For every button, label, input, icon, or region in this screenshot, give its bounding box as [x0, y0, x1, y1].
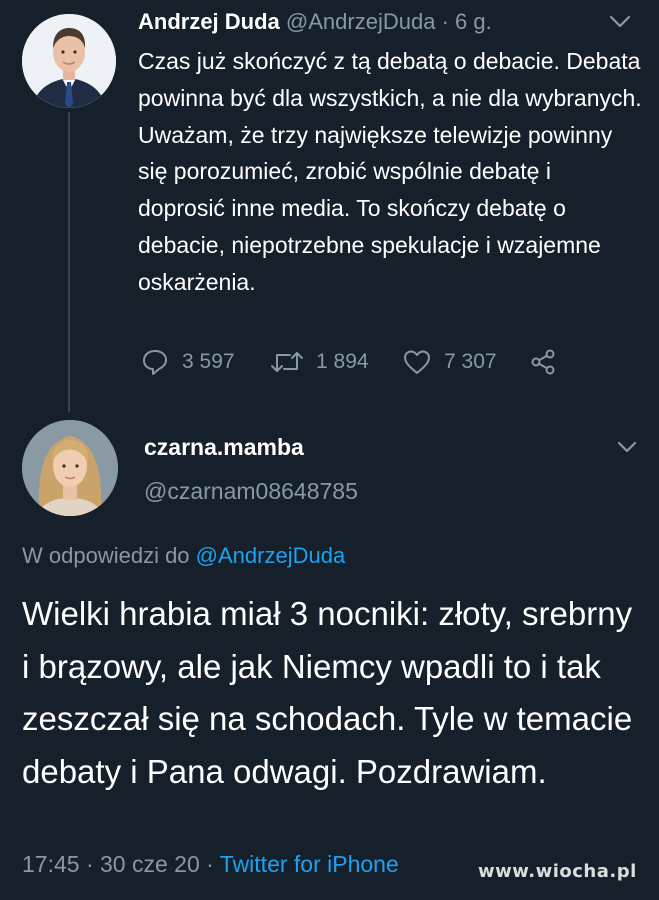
- meta-separator-1: ·: [79, 851, 101, 877]
- tweet-time: 17:45: [22, 851, 80, 877]
- reply-prefix: W odpowiedzi do: [22, 543, 196, 568]
- chevron-down-icon[interactable]: [608, 12, 632, 32]
- tweet-text: Czas już skończyć z tą debatą o debacie.…: [138, 48, 642, 295]
- retweet-icon: [271, 352, 303, 372]
- like-button[interactable]: 7 307: [402, 346, 497, 378]
- like-count: 7 307: [444, 350, 497, 373]
- reply-tweet-text: Wielki hrabia miał 3 nocniki: złoty, sre…: [22, 595, 633, 790]
- meta-separator-2: ·: [199, 851, 220, 877]
- reply-author-handle[interactable]: @czarnam08648785: [144, 478, 358, 505]
- avatar-image: [22, 420, 118, 516]
- tweet-meta: 17:45 · 30 cze 20 · Twitter for iPhone: [22, 851, 399, 878]
- share-button[interactable]: [528, 346, 558, 378]
- reply-button[interactable]: 3 597: [140, 346, 235, 378]
- reply-count: 3 597: [182, 350, 235, 373]
- header-separator: ·: [435, 9, 456, 34]
- tweet-date: 30 cze 20: [100, 851, 200, 877]
- avatar-czarna-mamba[interactable]: [22, 420, 118, 516]
- thread-connector-line: [68, 112, 70, 412]
- share-icon: [531, 349, 555, 375]
- avatar-andrzej-duda[interactable]: [22, 14, 116, 108]
- tweet-header: Andrzej Duda @AndrzejDuda · 6 g.: [138, 8, 492, 36]
- tweet-action-bar: 3 597 1 894 7 307: [140, 346, 620, 378]
- retweet-count: 1 894: [316, 350, 369, 373]
- reply-to-link[interactable]: @AndrzejDuda: [196, 543, 346, 568]
- author-name[interactable]: Andrzej Duda: [138, 9, 280, 34]
- reply-icon: [143, 350, 167, 375]
- reply-context: W odpowiedzi do @AndrzejDuda: [22, 543, 345, 569]
- retweet-button[interactable]: 1 894: [270, 346, 369, 378]
- tweet-age[interactable]: 6 g.: [455, 9, 492, 34]
- reply-author-name[interactable]: czarna.mamba: [144, 434, 304, 461]
- like-icon: [404, 350, 430, 374]
- author-handle[interactable]: @AndrzejDuda: [286, 9, 436, 34]
- chevron-down-icon[interactable]: [616, 438, 638, 456]
- site-watermark: www.wiocha.pl: [478, 861, 637, 882]
- tweet-source-link[interactable]: Twitter for iPhone: [220, 851, 399, 877]
- avatar-image: [22, 14, 116, 108]
